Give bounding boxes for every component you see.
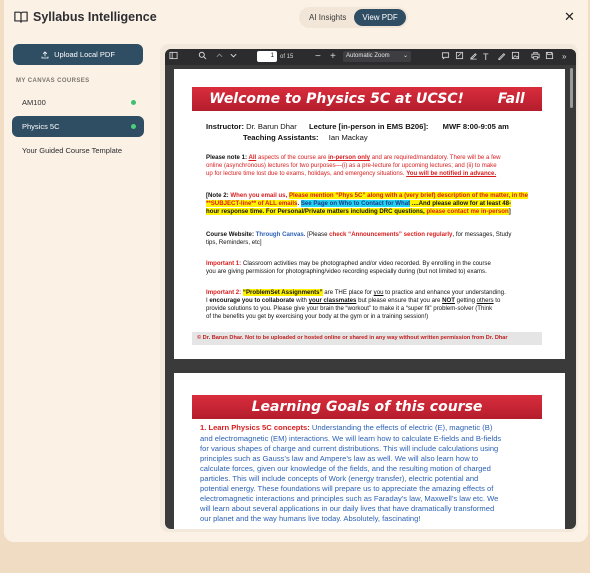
signature-icon[interactable] — [455, 51, 464, 63]
important1-line-2: you are giving permission for photograph… — [206, 268, 487, 275]
course-label: AM100 — [22, 98, 46, 107]
important2-line-1: Important 2: “ProblemSet Assignments” ar… — [206, 289, 506, 296]
pdf-scrollbar[interactable] — [570, 68, 573, 108]
save-icon[interactable] — [545, 51, 554, 63]
upload-label: Upload Local PDF — [54, 50, 115, 59]
important2-line-2: I encourage you to collaborate with your… — [206, 297, 501, 304]
chevron-down-icon: ⌄ — [402, 53, 408, 59]
goal1-line: potential energy. These foundations will… — [200, 484, 494, 493]
goal1-line: for various shapes of charge and current… — [200, 444, 499, 453]
pdf-viewer[interactable]: 1 of 15 − + Automatic Zoom ⌄ T » Welcome… — [165, 49, 576, 529]
course-label: Physics 5C — [22, 122, 60, 131]
copyright-notice: © Dr. Barun Dhar. Not to be uploaded or … — [192, 332, 542, 345]
tab-view-pdf[interactable]: View PDF — [354, 9, 406, 26]
status-dot — [131, 124, 136, 129]
goal1-line: will learn about several applications in… — [200, 504, 495, 513]
highlight-icon[interactable] — [469, 51, 478, 63]
goal1-line-1: 1. Learn Physics 5C concepts: Understand… — [200, 423, 493, 432]
sidebar-toggle-icon[interactable] — [169, 51, 178, 63]
close-icon[interactable]: ✕ — [564, 9, 575, 25]
brand: Syllabus Intelligence — [14, 10, 157, 24]
zoom-in-icon[interactable]: + — [330, 51, 336, 63]
page-number-input[interactable]: 1 — [257, 51, 277, 62]
print-icon[interactable] — [531, 51, 540, 63]
page-total: of 15 — [280, 54, 294, 60]
image-icon[interactable] — [511, 51, 520, 63]
upload-local-pdf-button[interactable]: Upload Local PDF — [13, 44, 143, 65]
important1-line-1: Important 1: Classroom activities may be… — [206, 260, 491, 267]
page2-banner: Learning Goals of this course — [192, 395, 542, 419]
goal1-line: principles such as Gauss’s law and Amper… — [200, 454, 479, 463]
app-header: Syllabus Intelligence AI Insights View P… — [4, 0, 588, 36]
draw-icon[interactable] — [497, 51, 506, 63]
note1-line-1: Please note 1: All aspects of the course… — [206, 154, 501, 161]
ta-line: Teaching Assistants: Ian Mackay — [243, 133, 368, 142]
sidebar-item-physics-5c[interactable]: Physics 5C — [12, 116, 144, 137]
note1-line-3: up for lecture time lost due to exams, h… — [206, 170, 497, 177]
tab-ai-insights[interactable]: AI Insights — [301, 9, 354, 26]
sidebar-item-am100[interactable]: AM100 — [12, 92, 144, 113]
goal1-line: electromagnetic interactions and princip… — [200, 494, 499, 503]
book-icon — [14, 11, 28, 23]
sidebar-item-guided-template[interactable]: Your Guided Course Template — [12, 140, 144, 161]
note2-line-1: [Note 2: When you email us, Please menti… — [206, 192, 529, 199]
note2-line-3: hour response time. For Personal/Private… — [206, 208, 511, 215]
pdf-page-1: Welcome to Physics 5C at UCSC! Fall 2025… — [174, 69, 565, 359]
important2-line-3: provide solutions to you. Please give yo… — [206, 305, 493, 312]
goal1-line: calculate forces, given our knowledge of… — [200, 464, 491, 473]
text-tool-icon[interactable]: T — [483, 51, 489, 63]
zoom-select[interactable]: Automatic Zoom ⌄ — [343, 51, 411, 62]
goal1-line: particles. This will include concepts of… — [200, 474, 479, 483]
section-heading: MY CANVAS COURSES — [16, 78, 90, 84]
page1-banner: Welcome to Physics 5C at UCSC! Fall 2025 — [192, 87, 542, 131]
pdf-toolbar: 1 of 15 − + Automatic Zoom ⌄ T » — [165, 49, 576, 65]
app-title: Syllabus Intelligence — [33, 10, 157, 24]
bottom-strip — [0, 542, 590, 573]
website-line-1: Course Website: Through Canvas. [Please … — [206, 231, 512, 238]
status-dot — [131, 100, 136, 105]
upload-icon — [41, 50, 49, 58]
important2-line-4: of the benefits you get by exercising yo… — [206, 313, 429, 320]
zoom-value: Automatic Zoom — [346, 53, 390, 59]
instructor-line: Instructor: Dr. Barun Dhar Lecture [in-p… — [206, 122, 509, 131]
goal1-line: our planet and the way humans live today… — [200, 514, 421, 523]
website-line-2: tips, Reminders, etc] — [206, 239, 262, 246]
note2-line-2: **SUBJECT-line** of ALL emails. See Page… — [206, 200, 512, 207]
comment-icon[interactable] — [441, 51, 450, 63]
next-page-icon[interactable] — [229, 51, 238, 63]
course-label: Your Guided Course Template — [22, 146, 123, 155]
search-icon[interactable] — [198, 51, 207, 63]
more-tools-icon[interactable]: » — [562, 51, 566, 63]
note1-line-2: online (asynchronous) lectures for two p… — [206, 162, 497, 169]
pdf-page-2: Learning Goals of this course 1. Learn P… — [174, 373, 565, 529]
banner-title: Welcome to Physics 5C at UCSC! — [209, 91, 464, 107]
goal1-line: and electromagnetic (EM) interactions. W… — [200, 434, 502, 443]
view-toggle: AI Insights View PDF — [299, 7, 408, 28]
zoom-out-icon[interactable]: − — [315, 51, 321, 63]
prev-page-icon[interactable] — [215, 51, 224, 63]
